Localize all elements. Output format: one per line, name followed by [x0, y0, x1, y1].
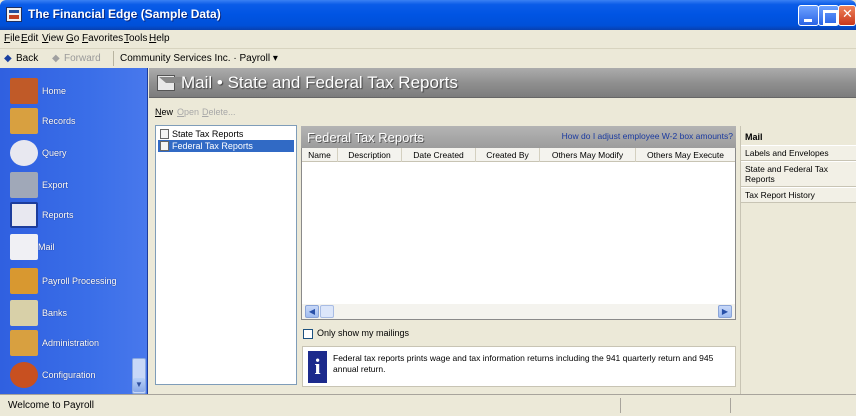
payroll-icon: [10, 268, 38, 294]
task-pane-heading: Mail: [745, 132, 763, 142]
home-icon: [10, 78, 38, 104]
only-my-mailings-checkbox[interactable]: [303, 329, 313, 339]
tree-item-label: Federal Tax Reports: [172, 141, 253, 151]
page-header: Mail • State and Federal Tax Reports: [149, 68, 856, 98]
task-tax-report-history[interactable]: Tax Report History: [741, 187, 856, 203]
report-type-tree: State Tax Reports Federal Tax Reports: [155, 125, 297, 385]
chevron-down-icon[interactable]: ▼: [133, 378, 145, 392]
window-title: The Financial Edge (Sample Data): [28, 7, 221, 21]
menu-bar: File Edit View Go Favorites Tools Help: [0, 30, 856, 47]
chevron-left-icon[interactable]: ◀: [305, 305, 319, 318]
administration-icon: [10, 330, 38, 356]
delete-button: Delete...: [202, 107, 236, 117]
sidebar-item-label: Reports: [42, 210, 74, 220]
sidebar-item-configuration[interactable]: Configuration: [0, 360, 146, 390]
task-state-and-federal-tax-reports[interactable]: State and Federal Tax Reports: [741, 161, 856, 187]
nav-separator: [113, 51, 114, 66]
banks-icon: [10, 300, 38, 326]
sidebar-item-label: Records: [42, 116, 76, 126]
forward-arrow-icon: ◆: [52, 53, 60, 64]
menu-favorites[interactable]: Favorites: [82, 33, 123, 44]
info-box: i Federal tax reports prints wage and ta…: [302, 346, 736, 387]
document-icon: [160, 129, 169, 139]
status-text: Welcome to Payroll: [8, 400, 94, 411]
new-button[interactable]: New: [155, 107, 173, 117]
close-button[interactable]: [838, 5, 856, 26]
mail-icon: [157, 75, 187, 91]
column-header-others-may-modify[interactable]: Others May Modify: [540, 148, 636, 162]
column-header-description[interactable]: Description: [338, 148, 402, 162]
configuration-icon: [10, 362, 38, 388]
sidebar-item-label: Payroll Processing: [42, 276, 117, 286]
toolbar: New Open Delete...: [149, 99, 735, 121]
tree-item-label: State Tax Reports: [172, 129, 244, 139]
sidebar-item-payroll-processing[interactable]: Payroll Processing: [0, 266, 146, 296]
sidebar-item-label: Configuration: [42, 370, 96, 380]
sidebar-item-label: Export: [42, 180, 69, 190]
tree-item-federal-tax-reports[interactable]: Federal Tax Reports: [158, 140, 294, 152]
sidebar-item-home[interactable]: Home: [0, 76, 146, 106]
info-text: Federal tax reports prints wage and tax …: [333, 353, 714, 374]
sidebar-item-reports[interactable]: Reports: [0, 200, 146, 230]
info-icon: i: [308, 351, 327, 383]
status-divider: [730, 398, 731, 413]
sidebar-item-label: Banks: [42, 308, 68, 318]
menu-help[interactable]: Help: [149, 33, 170, 44]
navigation-bar: ◆ Back ◆ Forward Community Services Inc.…: [0, 48, 856, 67]
only-my-mailings-option[interactable]: Only show my mailings: [303, 328, 603, 340]
column-header-created-by[interactable]: Created By: [476, 148, 540, 162]
status-divider: [620, 398, 621, 413]
tree-item-state-tax-reports[interactable]: State Tax Reports: [158, 128, 294, 140]
sidebar-item-label: Home: [42, 86, 67, 96]
task-labels-and-envelopes[interactable]: Labels and Envelopes: [741, 145, 856, 161]
panel-header: Federal Tax Reports How do I adjust empl…: [301, 126, 736, 148]
open-button: Open: [177, 107, 200, 117]
minimize-button[interactable]: [798, 5, 819, 26]
navigation-sidebar: Home Records Query Export Reports Mail P…: [0, 68, 148, 394]
sidebar-item-export[interactable]: Export: [0, 170, 146, 200]
column-header-name[interactable]: Name: [302, 148, 338, 162]
sidebar-item-mail[interactable]: Mail: [0, 232, 146, 262]
checkbox-label: Only show my mailings: [317, 328, 410, 338]
sidebar-item-label: Mail: [38, 242, 55, 252]
column-header-date-created[interactable]: Date Created: [402, 148, 476, 162]
menu-edit[interactable]: Edit: [21, 33, 38, 44]
sidebar-item-query[interactable]: Query: [0, 138, 146, 168]
menu-go[interactable]: Go: [66, 33, 79, 44]
breadcrumb[interactable]: Community Services Inc. · Payroll ▾: [120, 53, 278, 64]
menu-file[interactable]: File: [4, 33, 20, 44]
forward-button: Forward: [64, 53, 101, 64]
page-title: Mail • State and Federal Tax Reports: [181, 73, 458, 92]
back-button[interactable]: Back: [16, 53, 38, 64]
sidebar-item-label: Query: [42, 148, 67, 158]
help-link[interactable]: How do I adjust employee W-2 box amounts…: [562, 131, 733, 141]
reports-grid: Name Description Date Created Created By…: [301, 148, 736, 320]
menu-view[interactable]: View: [42, 33, 64, 44]
application-window: The Financial Edge (Sample Data) File Ed…: [0, 0, 856, 416]
panel-title: Federal Tax Reports: [307, 130, 424, 145]
mail-icon: [10, 234, 38, 260]
sidebar-item-label: Administration: [42, 338, 100, 348]
scrollbar-thumb[interactable]: [320, 305, 334, 318]
document-icon: [160, 141, 169, 151]
status-bar: Welcome to Payroll: [0, 394, 856, 416]
query-icon: [10, 140, 38, 166]
horizontal-scrollbar[interactable]: ◀ ▶: [302, 304, 735, 319]
export-icon: [10, 172, 38, 198]
app-icon: [6, 7, 22, 22]
back-arrow-icon[interactable]: ◆: [4, 53, 12, 64]
chevron-right-icon[interactable]: ▶: [718, 305, 732, 318]
grid-header: Name Description Date Created Created By…: [302, 148, 735, 162]
sidebar-item-records[interactable]: Records: [0, 106, 146, 136]
sidebar-item-administration[interactable]: Administration: [0, 328, 146, 358]
column-header-others-may-execute[interactable]: Others May Execute: [636, 148, 735, 162]
reports-icon: [10, 202, 38, 228]
title-bar[interactable]: The Financial Edge (Sample Data): [0, 0, 856, 30]
maximize-button[interactable]: [818, 5, 839, 26]
records-icon: [10, 108, 38, 134]
task-pane: Mail Labels and Envelopes State and Fede…: [740, 126, 856, 394]
sidebar-item-banks[interactable]: Banks: [0, 298, 146, 328]
menu-tools[interactable]: Tools: [124, 33, 147, 44]
